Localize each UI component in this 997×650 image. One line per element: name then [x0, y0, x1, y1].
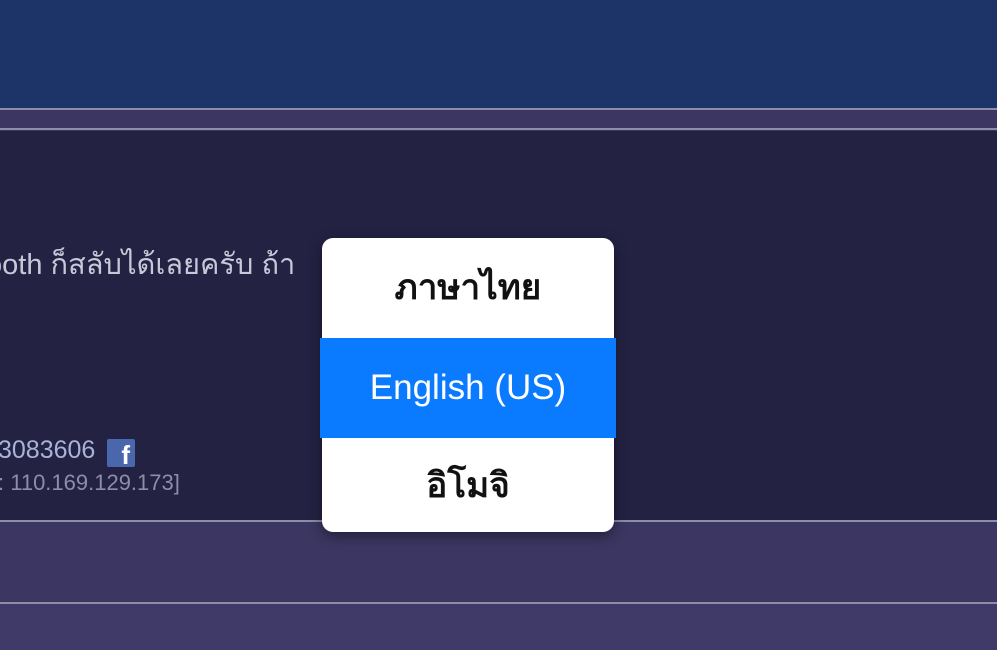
language-option-thai[interactable]: ภาษาไทย: [322, 238, 614, 336]
reply-area: [0, 522, 997, 602]
ip-address: : 110.169.129.173]: [0, 470, 180, 495]
post-text: ooth ก็สลับได้เลยครับ ถ้า: [0, 249, 296, 281]
footer-area: [0, 604, 997, 650]
phone-number: 3083606: [0, 436, 96, 464]
separator-strip: [0, 110, 997, 128]
keyboard-language-menu: ภาษาไทย English (US) อิโมจิ: [320, 238, 616, 534]
top-header-bar: [0, 0, 997, 109]
divider: [0, 128, 997, 130]
language-option-emoji[interactable]: อิโมจิ: [322, 436, 614, 534]
facebook-icon[interactable]: f: [107, 439, 135, 467]
language-option-english-us[interactable]: English (US): [320, 338, 616, 438]
